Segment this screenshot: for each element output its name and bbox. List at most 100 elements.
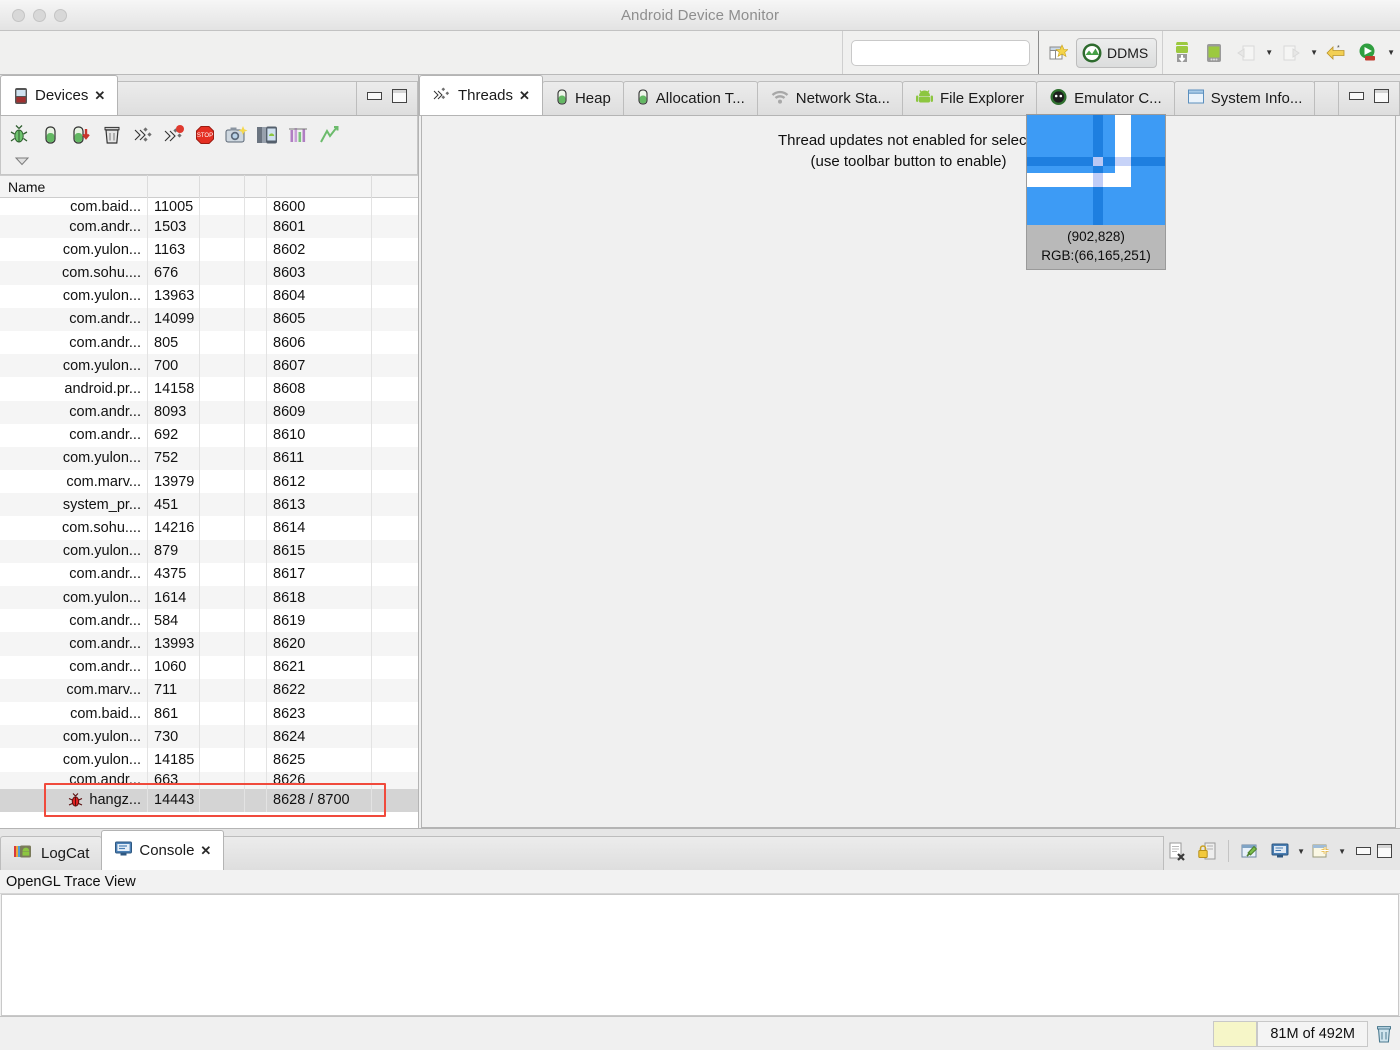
devices-table-header: Name <box>0 175 418 198</box>
trash-icon[interactable] <box>1368 1021 1400 1047</box>
device-name-cell: com.andr... <box>0 215 148 239</box>
thread-update-icon[interactable] <box>127 120 158 150</box>
table-row[interactable]: com.yulon... 879 8615 <box>0 539 418 563</box>
device-col3-cell <box>200 609 245 633</box>
table-row[interactable]: com.andr... 1060 8621 <box>0 655 418 679</box>
column-header-name[interactable]: Name <box>0 175 148 198</box>
table-row[interactable]: system_pr... 451 8613 <box>0 493 418 517</box>
table-row[interactable]: com.andr... 8093 8609 <box>0 400 418 424</box>
tab-devices[interactable]: Devices ✕ <box>0 75 119 115</box>
devices-panel-maximize-button[interactable] <box>392 88 407 103</box>
import-dropdown-caret-icon[interactable]: ▼ <box>1265 48 1273 57</box>
console-panel-maximize-button[interactable] <box>1377 844 1392 858</box>
zoom-window-button[interactable] <box>54 8 67 22</box>
table-row[interactable]: com.yulon... 700 8607 <box>0 354 418 378</box>
device-download-icon[interactable] <box>1168 38 1196 68</box>
quick-access-search-input[interactable] <box>851 39 1030 66</box>
table-row[interactable]: com.andr... 584 8619 <box>0 609 418 633</box>
table-row[interactable]: com.yulon... 13963 8604 <box>0 284 418 308</box>
pin-console-icon[interactable] <box>1236 836 1264 866</box>
heap-dump-icon[interactable] <box>65 120 96 150</box>
clear-console-icon[interactable] <box>1163 836 1191 866</box>
run-dropdown-caret-icon[interactable]: ▼ <box>1387 48 1395 57</box>
table-row[interactable]: com.marv... 711 8622 <box>0 678 418 702</box>
table-row[interactable]: com.sohu.... 676 8603 <box>0 261 418 285</box>
device-port-cell: 8624 <box>267 725 372 749</box>
table-row[interactable]: com.andr... 1503 8601 <box>0 215 418 239</box>
table-row[interactable]: com.yulon... 1163 8602 <box>0 238 418 262</box>
heap-update-icon[interactable] <box>34 120 65 150</box>
table-row[interactable]: com.andr... 663 8626 <box>0 771 418 789</box>
stop-process-icon[interactable]: STOP <box>189 120 220 150</box>
console-output-area[interactable] <box>1 894 1399 1016</box>
device-col6-cell <box>372 702 418 725</box>
device-col4-cell <box>245 377 267 401</box>
open-console-icon[interactable] <box>1307 836 1335 866</box>
column-header-3[interactable] <box>200 175 245 198</box>
export-arrow-icon[interactable] <box>1277 38 1305 68</box>
tab-network-sta[interactable]: Network Sta... <box>756 81 903 115</box>
export-dropdown-caret-icon[interactable]: ▼ <box>1310 48 1318 57</box>
table-row[interactable]: com.baid... 861 8623 <box>0 701 418 726</box>
tab-emulator-c[interactable]: Emulator C... <box>1036 81 1175 115</box>
table-row[interactable]: com.andr... 4375 8617 <box>0 562 418 586</box>
minimize-window-button[interactable] <box>33 8 46 22</box>
tab-devices-close-icon[interactable]: ✕ <box>94 88 105 104</box>
device-col3-cell <box>200 771 245 789</box>
table-row[interactable]: com.andr... 13993 8620 <box>0 632 418 656</box>
table-row[interactable]: com.yulon... 730 8624 <box>0 725 418 749</box>
table-row[interactable]: com.sohu.... 14216 8614 <box>0 516 418 540</box>
tab-console[interactable]: Console ✕ <box>101 830 225 870</box>
device-screen-icon[interactable] <box>1200 38 1228 68</box>
tab-threads[interactable]: Threads ✕ <box>419 75 543 115</box>
column-header-2[interactable] <box>148 175 200 198</box>
lock-scroll-icon[interactable] <box>1193 836 1221 866</box>
display-selected-console-icon[interactable] <box>1266 836 1294 866</box>
cause-gc-icon[interactable] <box>96 120 127 150</box>
tab-console-close-icon[interactable]: ✕ <box>200 843 211 859</box>
column-header-6[interactable] <box>372 175 418 198</box>
table-row[interactable]: com.baid... 11005 8600 <box>0 198 418 215</box>
devices-panel-minimize-button[interactable] <box>367 91 382 100</box>
tab-system-info[interactable]: System Info... <box>1173 81 1316 115</box>
inspector-panel-minimize-button[interactable] <box>1349 91 1364 100</box>
device-col6-cell <box>372 447 418 470</box>
table-row[interactable]: com.yulon... 1614 8618 <box>0 586 418 610</box>
table-row[interactable]: com.andr... 14099 8605 <box>0 307 418 331</box>
tab-file-explorer-label: File Explorer <box>939 90 1025 107</box>
back-arrow-icon[interactable]: * <box>1322 38 1350 68</box>
table-row[interactable]: com.yulon... 14185 8625 <box>0 748 418 772</box>
devices-table-body[interactable]: com.baid... 11005 8600 com.andr... 1503 8601 c… <box>0 198 418 828</box>
column-header-4[interactable] <box>245 175 267 198</box>
console-panel-minimize-button[interactable] <box>1356 847 1371 855</box>
import-arrow-icon[interactable] <box>1232 38 1260 68</box>
display-console-dropdown-caret-icon[interactable]: ▼ <box>1297 847 1305 856</box>
open-perspective-icon[interactable] <box>1044 38 1072 68</box>
thread-update-stop-icon[interactable] <box>158 120 189 150</box>
close-window-button[interactable] <box>12 8 25 22</box>
tab-threads-close-icon[interactable]: ✕ <box>519 88 530 104</box>
device-frame-icon[interactable] <box>251 120 282 150</box>
column-header-5[interactable] <box>267 175 372 198</box>
table-row[interactable]: com.marv... 13979 8612 <box>0 470 418 494</box>
run-icon[interactable] <box>1354 38 1382 68</box>
device-port-cell: 8603 <box>267 261 372 285</box>
table-row[interactable]: hangz... 14443 8628 / 8700 <box>0 788 418 812</box>
table-row[interactable]: com.andr... 692 8610 <box>0 423 418 447</box>
tab-logcat[interactable]: LogCat <box>0 836 103 870</box>
table-row[interactable]: com.andr... 805 8606 <box>0 330 418 355</box>
tab-heap[interactable]: Heap <box>541 81 624 115</box>
screen-capture-icon[interactable] <box>220 120 251 150</box>
inspector-panel-maximize-button[interactable] <box>1374 88 1389 103</box>
tab-allocation-t[interactable]: Allocation T... <box>622 81 758 115</box>
debug-bug-icon[interactable] <box>3 120 34 150</box>
tab-file-explorer[interactable]: File Explorer <box>901 81 1038 115</box>
systrace-icon[interactable] <box>282 120 313 150</box>
ddms-perspective-button[interactable]: DDMS <box>1076 37 1158 68</box>
table-row[interactable]: com.yulon... 752 8611 <box>0 446 418 471</box>
method-profiling-icon[interactable] <box>313 120 344 150</box>
table-row[interactable]: android.pr... 14158 8608 <box>0 377 418 401</box>
device-col4-cell <box>245 238 267 262</box>
open-console-dropdown-caret-icon[interactable]: ▼ <box>1338 847 1346 856</box>
overflow-menu-icon[interactable] <box>13 155 31 167</box>
